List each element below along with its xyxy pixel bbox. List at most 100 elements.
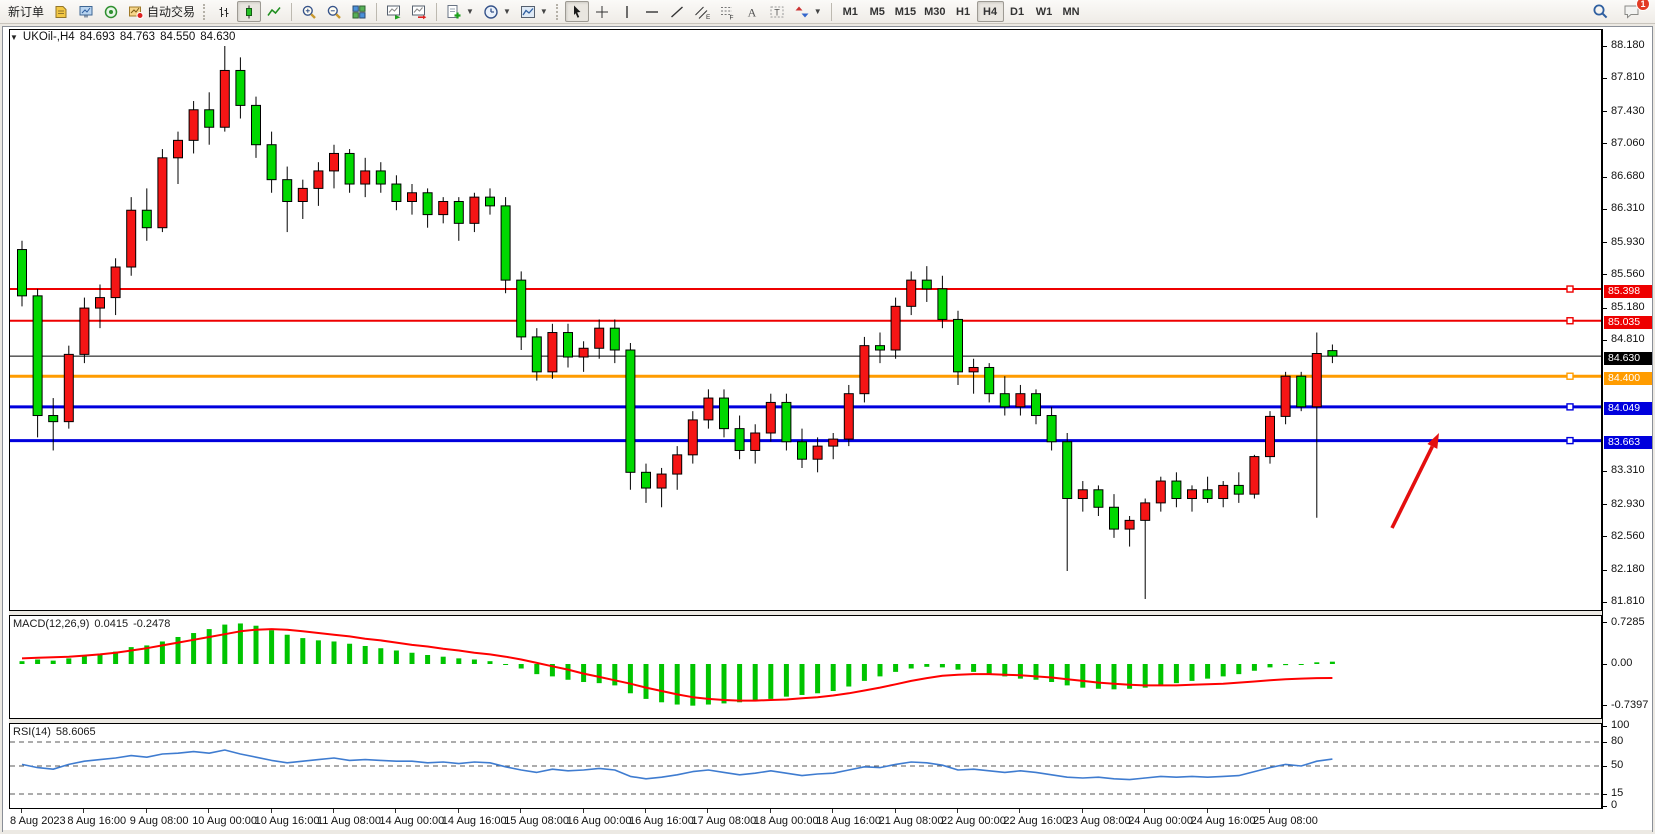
candle [938,289,947,320]
level-line-handle[interactable] [1567,373,1573,379]
candle [298,188,307,201]
timeframe-h1-button[interactable]: H1 [950,1,977,22]
macd-histogram-bar [378,648,383,664]
axis-tick [1603,274,1607,275]
macd-histogram-bar [878,664,883,676]
main-toolbar: 新订单 自动交易 ▼ ▼ [0,0,1655,24]
axis-tick [1603,46,1607,47]
candle [80,308,89,354]
time-axis[interactable]: 8 Aug 20238 Aug 16:009 Aug 08:0010 Aug 0… [9,809,1652,830]
auto-scroll-button[interactable] [382,1,406,22]
macd-value: 0.0415 [94,618,128,630]
vertical-line-tool-button[interactable] [615,1,639,22]
trendline-tool-button[interactable] [665,1,689,22]
rsi-chart-canvas[interactable] [10,724,1601,808]
candle [1094,490,1103,507]
macd-histogram-bar [441,657,446,664]
price-axis[interactable]: 88.18087.81087.43087.06086.68086.31085.9… [1602,29,1652,809]
zoom-in-button[interactable] [297,1,321,22]
axis-tick [1603,143,1607,144]
time-tick-label: 16 Aug 16:00 [629,815,694,827]
templates-button[interactable]: ▼ [516,1,552,22]
auto-trading-button[interactable]: 自动交易 [124,1,199,22]
candlestick-chart-type-button[interactable] [237,1,261,22]
axis-tick [1603,536,1607,537]
symbol-ohlc-line[interactable]: ▼ UKOil-,H4 84.693 84.763 84.550 84.630 [10,31,235,43]
arrow-annotation[interactable] [1392,446,1432,528]
level-line-handle[interactable] [1567,286,1573,292]
timeframe-w1-button[interactable]: W1 [1031,1,1058,22]
zoom-in-icon [301,4,317,20]
green-signal-button[interactable] [99,1,123,22]
macd-histogram-bar [176,637,181,664]
chart-shift-button[interactable] [407,1,431,22]
level-line-handle[interactable] [1567,318,1573,324]
axis-tick-label: 81.810 [1611,595,1653,607]
candle [642,472,651,488]
high-value: 84.763 [120,31,155,43]
chevron-down-icon: ▼ [503,7,511,16]
notifications-button[interactable]: 1 [1619,1,1645,22]
text-tool-button[interactable]: A [740,1,764,22]
search-button[interactable] [1588,1,1613,22]
text-label-tool-button[interactable]: T [765,1,789,22]
time-tick-label: 24 Aug 00:00 [1128,815,1193,827]
timeframe-m1-button[interactable]: M1 [837,1,864,22]
macd-indicator-pane[interactable]: MACD(12,26,9) 0.0415 -0.2478 [9,615,1602,719]
gold-document-button[interactable] [49,1,73,22]
indicators-button[interactable]: ▼ [442,1,478,22]
line-chart-type-button[interactable] [262,1,286,22]
crosshair-tool-button[interactable] [590,1,614,22]
symbol-dropdown-icon: ▼ [10,33,18,42]
candlestick-chart-canvas[interactable] [10,30,1601,610]
zoom-out-button[interactable] [322,1,346,22]
candle [1234,485,1243,494]
candle [1188,490,1197,499]
macd-histogram-bar [1205,664,1210,679]
time-tick-label: 22 Aug 00:00 [941,815,1006,827]
periods-button[interactable]: ▼ [479,1,515,22]
trendline-icon [669,4,685,20]
timeframe-m15-button[interactable]: M15 [891,1,920,22]
candle [766,402,775,433]
timeframe-d1-button[interactable]: D1 [1004,1,1031,22]
macd-histogram-bar [1190,664,1195,681]
time-tick-label: 23 Aug 08:00 [1066,815,1131,827]
toolbar-separator [831,3,832,21]
channel-tool-button[interactable]: E [690,1,714,22]
macd-histogram-bar [488,661,493,664]
candle [1156,481,1165,503]
macd-chart-canvas[interactable] [10,616,1601,718]
time-tick [1207,809,1208,813]
new-order-button[interactable]: 新订单 [4,1,48,22]
timeframe-mn-button[interactable]: MN [1058,1,1085,22]
rsi-name: RSI(14) [13,726,51,738]
horizontal-line-tool-button[interactable] [640,1,664,22]
timeframe-h4-button[interactable]: H4 [977,1,1004,22]
fibonacci-tool-button[interactable]: F [715,1,739,22]
tile-windows-button[interactable] [347,1,371,22]
time-tick-label: 16 Aug 00:00 [567,815,632,827]
level-line-handle[interactable] [1567,438,1573,444]
macd-histogram-bar [300,638,305,664]
rsi-indicator-pane[interactable]: RSI(14) 58.6065 [9,723,1602,809]
time-tick-label: 15 Aug 08:00 [504,815,569,827]
arrows-tool-button[interactable]: ▼ [790,1,826,22]
macd-histogram-bar [753,664,758,701]
blue-monitor-button[interactable] [74,1,98,22]
timeframe-m30-button[interactable]: M30 [920,1,949,22]
candle [1016,394,1025,407]
macd-histogram-bar [503,664,508,665]
macd-histogram-bar [862,664,867,681]
cursor-tool-button[interactable] [565,1,589,22]
candle [64,354,73,421]
candle [1125,520,1134,529]
bar-chart-type-button[interactable] [212,1,236,22]
level-line-handle[interactable] [1567,404,1573,410]
macd-histogram-bar [1158,664,1163,685]
macd-histogram-bar [20,661,25,664]
timeframe-m5-button[interactable]: M5 [864,1,891,22]
price-chart-pane[interactable] [9,29,1602,611]
time-tick-label: 9 Aug 08:00 [130,815,189,827]
axis-tick-label: 0.7285 [1611,616,1653,628]
